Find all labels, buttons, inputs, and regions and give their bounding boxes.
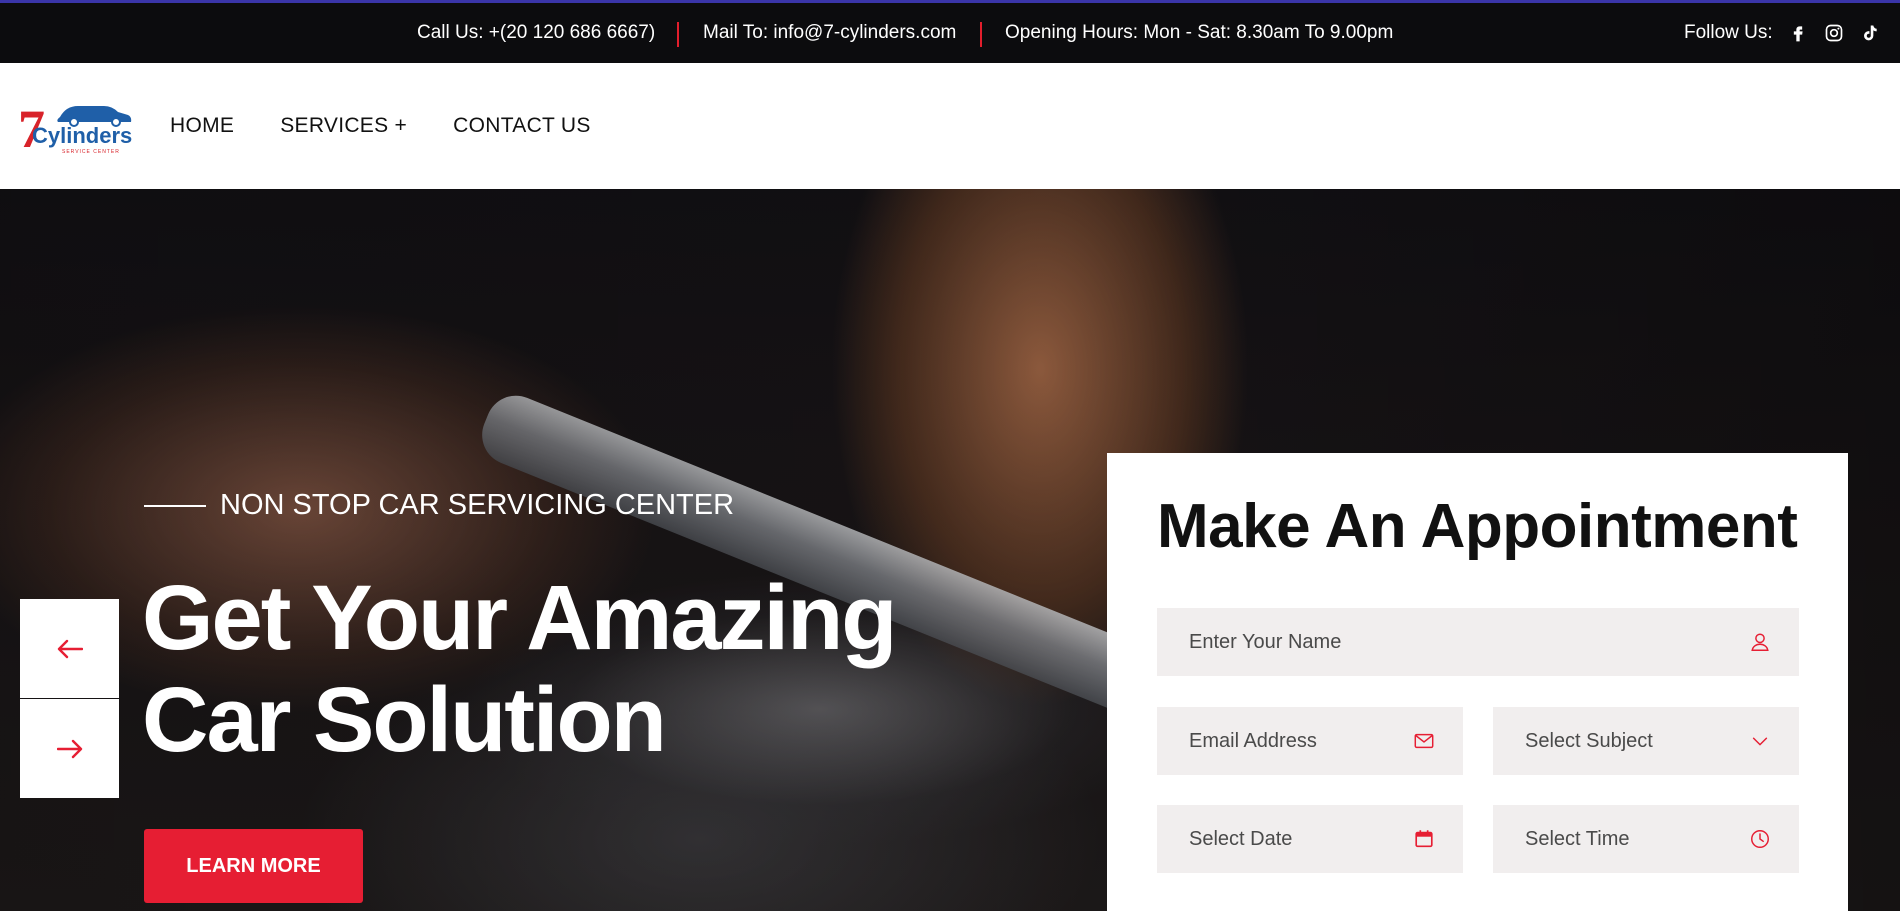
arrow-left-icon <box>57 639 83 658</box>
date-placeholder: Select Date <box>1189 827 1293 850</box>
slider-prev-button[interactable] <box>20 599 119 698</box>
email-info[interactable]: Mail To: info@7-cylinders.com <box>703 3 956 63</box>
chevron-down-icon <box>1749 730 1771 752</box>
follow-label: Follow Us: <box>1684 22 1773 43</box>
nav-contact-us[interactable]: CONTACT US <box>453 114 591 138</box>
email-field[interactable]: Email Address <box>1157 707 1463 775</box>
hero-headline: Get Your Amazing Car Solution <box>142 567 898 771</box>
clock-icon <box>1749 828 1771 850</box>
time-placeholder: Select Time <box>1525 827 1630 850</box>
facebook-icon[interactable] <box>1787 22 1809 44</box>
user-icon <box>1749 631 1771 653</box>
top-bar: Call Us: +(20 120 686 6667) Mail To: inf… <box>0 0 1900 63</box>
site-header: 7 Cylinders SERVICE CENTER HOME SERVICES… <box>0 63 1900 189</box>
divider <box>677 22 679 47</box>
learn-more-button[interactable]: LEARN MORE <box>144 829 363 903</box>
logo-name: Cylinders <box>32 123 132 148</box>
appointment-form: Make An Appointment Enter Your Name Emai… <box>1107 453 1848 911</box>
phone-info[interactable]: Call Us: +(20 120 686 6667) <box>417 3 655 63</box>
social-links: Follow Us: <box>1684 3 1881 63</box>
opening-hours: Opening Hours: Mon - Sat: 8.30am To 9.00… <box>1005 22 1394 43</box>
hero-headline-line-2: Car Solution <box>142 669 667 771</box>
nav-home[interactable]: HOME <box>170 114 234 138</box>
calendar-icon <box>1413 828 1435 850</box>
subject-placeholder: Select Subject <box>1525 729 1653 752</box>
main-nav: HOME SERVICES + CONTACT US <box>170 63 591 189</box>
envelope-icon <box>1413 730 1435 752</box>
hero-subtitle: NON STOP CAR SERVICING CENTER <box>144 489 734 522</box>
appointment-title: Make An Appointment <box>1157 492 1798 561</box>
nav-services[interactable]: SERVICES + <box>280 114 407 138</box>
divider <box>980 22 982 47</box>
tiktok-icon[interactable] <box>1859 22 1881 44</box>
instagram-icon[interactable] <box>1823 22 1845 44</box>
hero-subtitle-text: NON STOP CAR SERVICING CENTER <box>220 489 735 521</box>
date-field[interactable]: Select Date <box>1157 805 1463 873</box>
subtitle-line <box>144 504 206 507</box>
email-placeholder: Email Address <box>1189 729 1317 752</box>
name-placeholder: Enter Your Name <box>1189 630 1342 653</box>
arrow-right-icon <box>56 739 82 758</box>
site-logo[interactable]: 7 Cylinders SERVICE CENTER <box>18 99 138 159</box>
name-field[interactable]: Enter Your Name <box>1157 608 1799 676</box>
time-field[interactable]: Select Time <box>1493 805 1799 873</box>
hero-headline-line-1: Get Your Amazing <box>142 567 898 669</box>
slider-next-button[interactable] <box>20 699 119 798</box>
logo-tagline: SERVICE CENTER <box>62 149 120 155</box>
subject-select[interactable]: Select Subject <box>1493 707 1799 775</box>
